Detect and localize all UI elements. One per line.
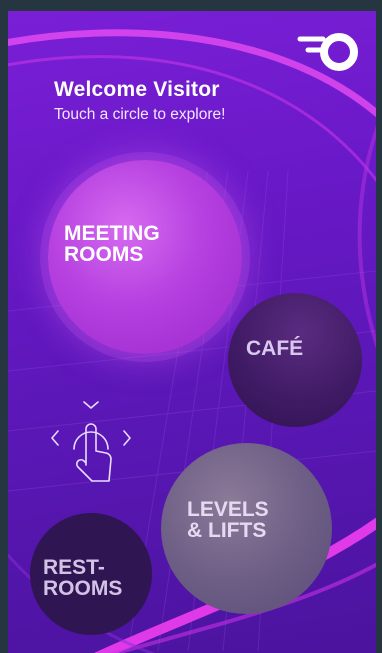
restrooms-circle[interactable]: REST- ROOMS (30, 513, 152, 635)
meeting-rooms-circle[interactable]: MEETING ROOMS (48, 160, 242, 354)
levels-lifts-circle[interactable]: LEVELS & LIFTS (161, 443, 332, 614)
restrooms-label-line1: REST- (43, 556, 105, 579)
cafe-label-line1: CAFÉ (246, 336, 304, 360)
touch-hand-icon (51, 401, 131, 482)
restrooms-label: REST- ROOMS (43, 557, 122, 599)
meeting-rooms-label-line1: MEETING (64, 222, 160, 245)
levels-lifts-label: LEVELS & LIFTS (187, 499, 269, 541)
cafe-circle[interactable]: CAFÉ (228, 293, 362, 427)
meeting-rooms-label: MEETING ROOMS (64, 223, 160, 265)
welcome-subtitle: Touch a circle to explore! (54, 106, 226, 123)
kiosk-screen: Welcome Visitor Touch a circle to explor… (8, 11, 376, 653)
meeting-rooms-label-line2: ROOMS (64, 243, 144, 266)
restrooms-label-line2: ROOMS (43, 577, 123, 600)
welcome-title: Welcome Visitor (54, 78, 220, 101)
levels-lifts-label-line1: LEVELS (187, 497, 269, 521)
brand-logo-icon[interactable] (296, 31, 360, 73)
levels-lifts-label-line2: & LIFTS (187, 518, 267, 542)
device-frame: Welcome Visitor Touch a circle to explor… (0, 0, 382, 653)
cafe-label: CAFÉ (246, 338, 303, 359)
